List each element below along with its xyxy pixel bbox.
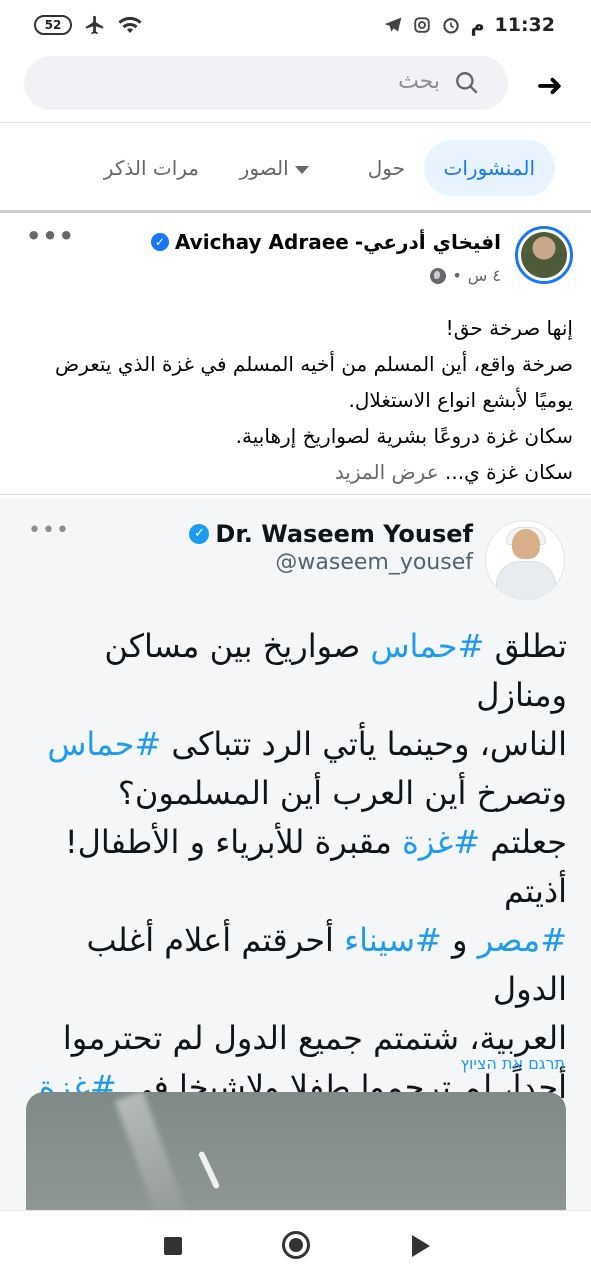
post-line: صرخة واقع، أين المسلم من أخيه المسلم في … (55, 352, 573, 376)
post-author[interactable]: ✓ Avichay Adraee افيخاي أدرعي- (150, 230, 501, 254)
clock-ampm: م (470, 14, 485, 36)
tab-mentions[interactable]: مرات الذكر (104, 140, 199, 196)
smoke-trail (114, 1092, 188, 1222)
tweet-avatar (485, 520, 565, 600)
tweet-author-name: Dr. Waseem Yousef (215, 520, 473, 548)
rocket-trail (197, 1150, 221, 1190)
back-icon[interactable] (412, 1235, 430, 1257)
telegram-icon (384, 17, 401, 32)
recent-apps-icon[interactable] (164, 1237, 182, 1255)
avatar-face (512, 529, 540, 559)
hashtag-link: #حماس (47, 725, 162, 763)
post-text: إنها صرخة حق! صرخة واقع، أين المسلم من أ… (18, 310, 573, 490)
post-line: إنها صرخة حق! (445, 316, 573, 340)
instagram-icon (413, 17, 430, 33)
status-right: م 11:32 (383, 14, 555, 36)
tab-about[interactable]: حول (368, 140, 405, 196)
embedded-tweet-image[interactable]: ✓ Dr. Waseem Yousef @waseem_yousef ••• ت… (0, 498, 591, 1222)
airplane-mode-icon (85, 15, 104, 35)
tab-posts[interactable]: المنشورات (423, 140, 555, 196)
back-arrow-icon[interactable]: ➜ (536, 66, 563, 104)
post-line-last: سكان غزة ي... عرض المزيد (18, 454, 573, 490)
home-icon[interactable] (282, 1231, 310, 1259)
battery-icon: 52 (34, 15, 72, 35)
verified-badge-icon: ✓ (150, 233, 169, 251)
clock-time: 11:32 (494, 14, 555, 36)
post-meta: • ٤ س (430, 266, 501, 285)
see-more-link[interactable]: عرض المزيد (335, 460, 439, 484)
search-placeholder: بحث (398, 69, 440, 94)
alarm-icon (442, 18, 459, 34)
hashtag-link: #مصر (477, 921, 567, 959)
author-avatar[interactable] (515, 226, 573, 284)
tweet-more-icon: ••• (28, 518, 70, 543)
post-truncated-line: سكان غزة ي... (445, 460, 573, 484)
wifi-icon (118, 16, 142, 33)
tweet-text: و (441, 921, 478, 959)
tweet-verified-icon: ✓ (189, 524, 210, 544)
chevron-down-icon (295, 165, 309, 174)
tweet-line: جعلتم #غزة مقبرة للأبرياء و الأطفال! أذي… (19, 818, 567, 916)
tweet-line: وتصرخ أين العرب أين المسلمون؟ (19, 769, 567, 818)
header-divider (0, 122, 591, 123)
tab-photos-label: الصور (239, 156, 289, 180)
search-icon (456, 72, 478, 94)
search-row: بحث ➜ (0, 56, 591, 112)
tweet-handle: @waseem_yousef (275, 550, 473, 575)
status-left: 52 (34, 14, 142, 36)
tweet-text: العربية، شتمتم جميع الدول لم تحترموا (62, 1019, 567, 1057)
tweet-photo (26, 1092, 566, 1222)
tweet-text: تطلق (484, 627, 567, 665)
profile-tabs: المنشورات حول الصور مرات الذكر (0, 140, 591, 196)
tweet-line: الناس، وحينما يأتي الرد تتباكى #حماس (19, 720, 567, 769)
globe-icon (430, 267, 447, 284)
tab-photos[interactable]: الصور (240, 140, 317, 196)
hashtag-link: #غزة (402, 823, 481, 861)
tweet-body: تطلق #حماس صواريخ بين مساكن ومنازل الناس،… (19, 622, 567, 1161)
post-time[interactable]: ٤ س (468, 266, 501, 285)
more-options-icon[interactable]: ••• (26, 222, 75, 250)
translate-tweet-link: תרגם את הציוץ (460, 1054, 565, 1073)
section-divider (0, 210, 591, 213)
tweet-author: ✓ Dr. Waseem Yousef (189, 520, 473, 548)
tweet-text: وتصرخ أين العرب أين المسلمون؟ (117, 774, 567, 812)
tweet-text: الناس، وحينما يأتي الرد تتباكى (161, 725, 567, 763)
post-line: سكان غزة دروعًا بشرية لصواريخ إرهابية. (235, 424, 573, 448)
hashtag-link: #سيناء (344, 921, 442, 959)
post-line: يوميًا لأبشع انواع الاستغلال. (348, 388, 573, 412)
tweet-line: تطلق #حماس صواريخ بين مساكن ومنازل (19, 622, 567, 720)
status-bar: 52 م 11:32 (0, 0, 591, 52)
post-separator: • (452, 266, 462, 285)
tweet-text: جعلتم (480, 823, 567, 861)
post-divider (0, 494, 591, 495)
hashtag-link: #حماس (370, 627, 485, 665)
author-photo (521, 232, 567, 278)
search-input[interactable]: بحث (24, 56, 508, 110)
tweet-line: #مصر و #سيناء أحرقتم أعلام أغلب الدول (19, 916, 567, 1014)
android-nav-bar (0, 1210, 591, 1280)
avatar-robe (496, 561, 556, 599)
author-name-arabic: افيخاي أدرعي- (354, 230, 501, 254)
author-name-latin: Avichay Adraee (174, 230, 349, 254)
